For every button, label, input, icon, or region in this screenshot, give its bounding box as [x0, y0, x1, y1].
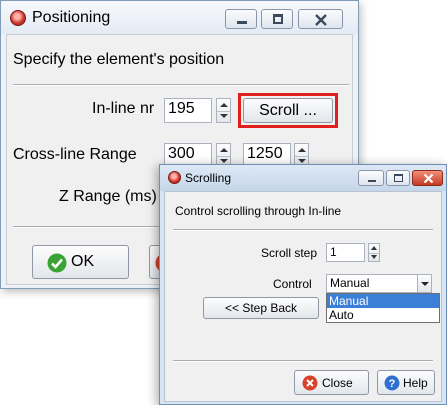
scrolling-window-title: Scrolling: [185, 171, 232, 185]
app-icon: [168, 171, 181, 184]
minimize-icon: [237, 21, 247, 24]
close-x-icon: [302, 375, 318, 391]
scrolling-title-bar[interactable]: Scrolling: [160, 165, 446, 191]
scroll-step-input[interactable]: 1: [326, 243, 365, 262]
control-dropdown-list[interactable]: Manual Auto: [326, 293, 440, 323]
minimize-button[interactable]: [225, 9, 257, 29]
maximize-button[interactable]: [386, 170, 410, 186]
ok-label: OK: [71, 253, 95, 270]
chevron-down-icon[interactable]: [417, 275, 431, 292]
scrolling-heading: Control scrolling through In-line: [175, 204, 342, 218]
maximize-icon: [394, 174, 403, 182]
positioning-window-title: Positioning: [32, 9, 111, 26]
dropdown-option-auto[interactable]: Auto: [327, 308, 439, 322]
inline-spinner[interactable]: [216, 98, 231, 123]
separator: [173, 229, 433, 231]
separator: [13, 84, 349, 86]
maximize-button[interactable]: [261, 9, 293, 29]
control-dropdown[interactable]: Manual: [326, 274, 432, 293]
z-range-label: Z Range (ms): [59, 188, 157, 205]
positioning-title-bar[interactable]: Positioning: [1, 1, 358, 34]
ok-button[interactable]: OK: [32, 245, 129, 279]
maximize-icon: [273, 14, 283, 24]
separator: [173, 360, 433, 362]
control-selected-value: Manual: [330, 276, 370, 290]
inline-label: In-line nr: [92, 100, 155, 117]
spinner-down-icon[interactable]: [369, 253, 379, 262]
help-label: Help: [403, 376, 428, 390]
close-button[interactable]: Close: [294, 370, 369, 395]
positioning-heading: Specify the element's position: [13, 51, 225, 68]
step-back-button[interactable]: << Step Back: [203, 297, 319, 319]
spinner-down-icon[interactable]: [217, 111, 230, 123]
svg-text:?: ?: [389, 378, 396, 390]
app-icon: [10, 10, 26, 26]
scrolling-content: Control scrolling through In-line Scroll…: [164, 191, 442, 402]
window-close-button[interactable]: [412, 170, 443, 186]
question-mark-icon: ?: [384, 375, 400, 391]
minimize-button[interactable]: [358, 170, 384, 186]
window-close-button[interactable]: [298, 9, 343, 29]
inline-nr-input[interactable]: 195: [164, 98, 212, 123]
window-close-icon: [315, 14, 327, 26]
scroll-step-spinner[interactable]: [368, 243, 380, 262]
scroll-button[interactable]: Scroll ...: [243, 98, 333, 123]
scrolling-window: Scrolling Control scrolling through In-l…: [159, 164, 447, 405]
control-label: Control: [273, 277, 312, 291]
close-label: Close: [322, 376, 353, 390]
minimize-icon: [368, 180, 376, 182]
scroll-step-label: Scroll step: [261, 246, 318, 260]
checkmark-icon: [47, 253, 67, 273]
help-button[interactable]: ? Help: [377, 370, 435, 395]
crossline-label: Cross-line Range: [13, 146, 137, 163]
window-close-icon: [423, 173, 434, 184]
dropdown-option-manual[interactable]: Manual: [327, 294, 439, 308]
